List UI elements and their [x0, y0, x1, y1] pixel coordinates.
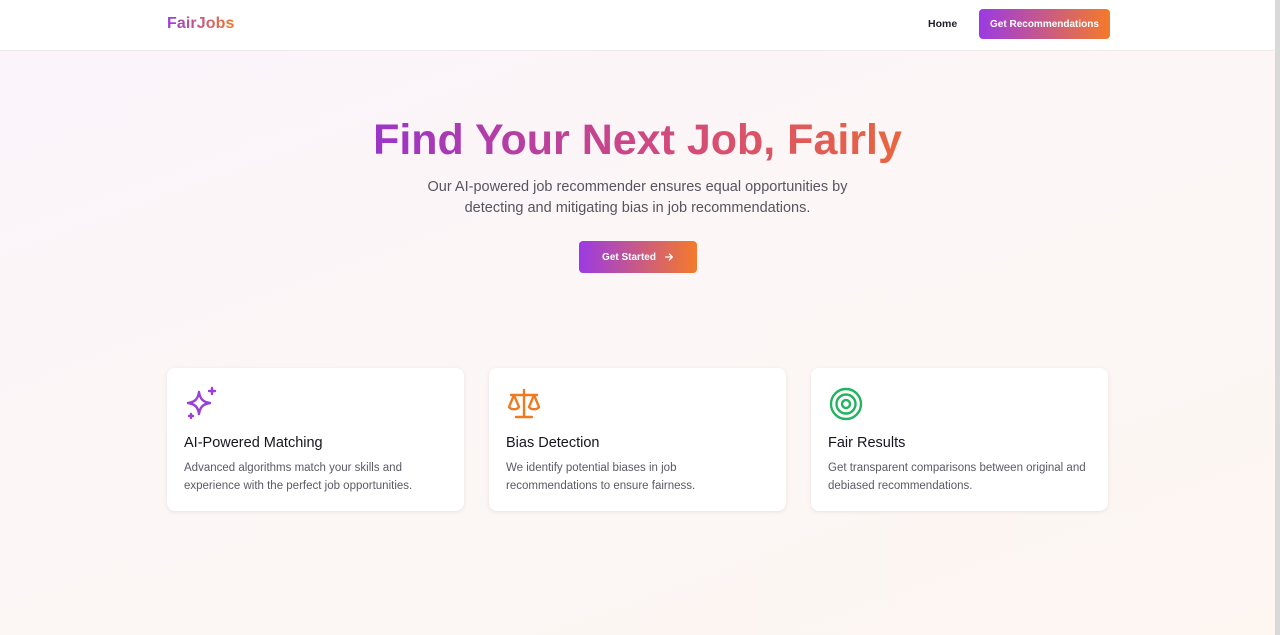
scrollbar[interactable]	[1275, 0, 1280, 635]
logo[interactable]: FairJobs	[167, 15, 235, 33]
get-recommendations-button[interactable]: Get Recommendations	[979, 9, 1110, 39]
scale-icon	[507, 388, 541, 419]
feature-description: Advanced algorithms match your skills an…	[184, 462, 413, 492]
hero-subtitle-line-1: Our AI-powered job recommender ensures e…	[427, 179, 848, 195]
hero-subtitle: Our AI-powered job recommender ensures e…	[0, 177, 1275, 219]
feature-title: AI-Powered Matching	[184, 435, 323, 451]
target-icon	[829, 387, 863, 421]
arrow-right-icon	[664, 253, 673, 261]
hero-title-text: Find Your Next Job, Fairly	[373, 116, 902, 164]
hero-title: Find Your Next Job, Fairly	[0, 114, 1275, 166]
page: FairJobs Home Get Recommendations Find Y…	[0, 0, 1275, 635]
feature-description: We identify potential biases in job reco…	[506, 462, 696, 492]
sparkles-icon	[186, 386, 217, 420]
get-started-label: Get Started	[602, 251, 656, 263]
feature-card-fair-results: Fair Results Get transparent comparisons…	[811, 368, 1108, 511]
scrollbar-thumb[interactable]	[1275, 0, 1280, 635]
feature-description: Get transparent comparisons between orig…	[828, 462, 1086, 492]
get-started-button[interactable]: Get Started	[579, 241, 697, 273]
feature-card-bias-detection: Bias Detection We identify potential bia…	[489, 368, 786, 511]
hero-subtitle-line-2: detecting and mitigating bias in job rec…	[464, 200, 811, 216]
feature-title: Fair Results	[828, 435, 906, 451]
feature-title: Bias Detection	[506, 435, 600, 451]
feature-card-ai-matching: AI-Powered Matching Advanced algorithms …	[167, 368, 464, 511]
top-navbar: FairJobs Home Get Recommendations	[0, 0, 1275, 51]
nav-home-link[interactable]: Home	[928, 18, 957, 30]
